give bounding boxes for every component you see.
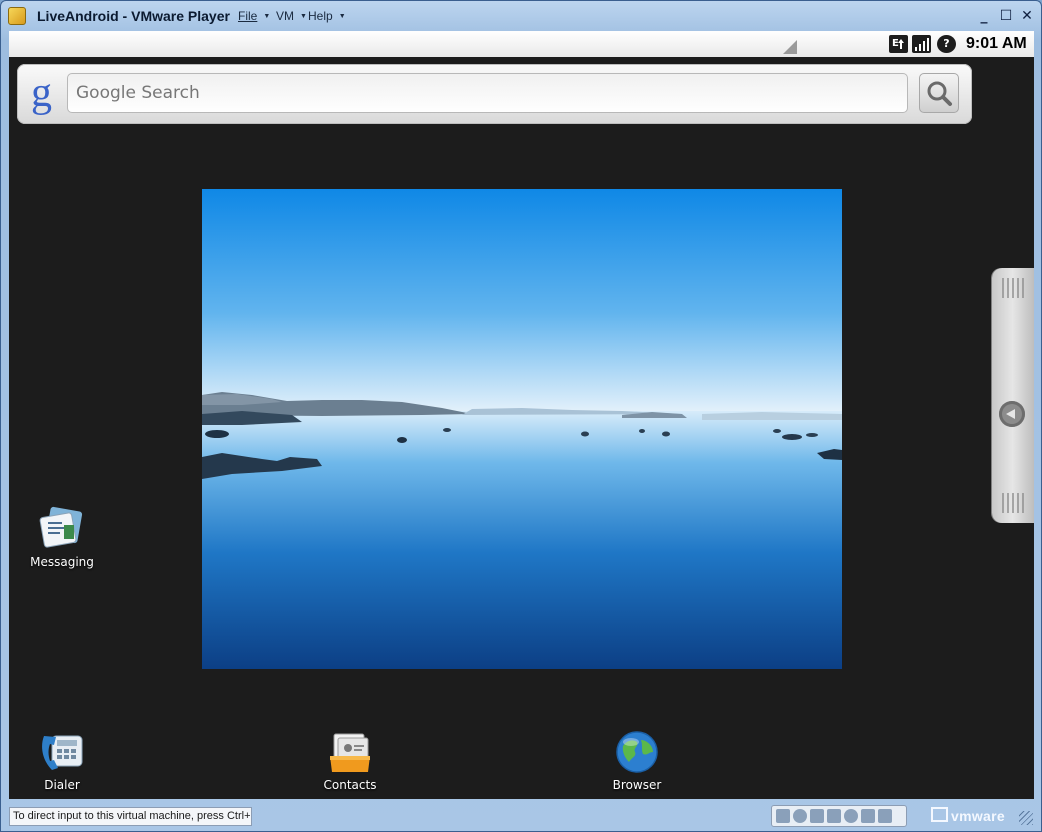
shortcut-dialer[interactable]: Dialer	[17, 728, 107, 792]
search-input[interactable]: Google Search	[67, 73, 908, 113]
messaging-icon	[38, 505, 86, 553]
menu-file[interactable]: File ▼	[238, 9, 270, 23]
arrow-left-icon[interactable]	[999, 401, 1025, 427]
vmware-logo-icon	[931, 807, 948, 822]
google-search-widget[interactable]: g Google Search	[17, 64, 972, 124]
shortcut-contacts-label: Contacts	[323, 778, 377, 792]
cd-rom-icon[interactable]	[793, 809, 807, 823]
minimize-button[interactable]: _	[974, 6, 994, 26]
search-button[interactable]	[919, 73, 959, 113]
wallpaper-image	[202, 189, 842, 669]
shortcut-browser[interactable]: Browser	[592, 728, 682, 792]
input-grab-hint: To direct input to this virtual machine,…	[9, 807, 252, 826]
hard-disk-icon[interactable]	[776, 809, 790, 823]
browser-icon	[613, 728, 661, 776]
shortcut-contacts[interactable]: Contacts	[305, 728, 395, 792]
vmware-logo: vmware	[931, 807, 1005, 824]
google-logo-icon[interactable]: g	[31, 72, 52, 114]
window-title: LiveAndroid - VMware Player	[37, 8, 230, 24]
close-button[interactable]: ✕	[1017, 6, 1037, 26]
usb-device-icon[interactable]	[878, 809, 892, 823]
android-screen[interactable]: E ? 9:01 AM g Google Search Messaging Di…	[9, 31, 1034, 799]
chevron-down-icon: ▼	[300, 13, 307, 21]
vmware-app-icon[interactable]	[8, 7, 26, 25]
sound-card-icon[interactable]	[844, 809, 858, 823]
shortcut-messaging[interactable]: Messaging	[17, 505, 107, 569]
data-transfer-icon: E	[889, 35, 908, 53]
device-tray	[771, 805, 907, 827]
network-adapter-icon[interactable]	[827, 809, 841, 823]
vmware-status-bar: To direct input to this virtual machine,…	[1, 801, 1041, 831]
floppy-icon[interactable]	[810, 809, 824, 823]
battery-unknown-icon: ?	[937, 35, 956, 53]
android-status-bar[interactable]: E ? 9:01 AM	[9, 31, 1034, 57]
contacts-icon	[326, 728, 374, 776]
dialer-icon	[38, 728, 86, 776]
printer-icon[interactable]	[861, 809, 875, 823]
resize-grip-icon[interactable]	[1019, 811, 1033, 825]
maximize-button[interactable]: ☐	[996, 6, 1016, 26]
shortcut-messaging-label: Messaging	[30, 555, 94, 569]
menu-help-label: Help	[308, 9, 333, 23]
chevron-down-icon: ▼	[338, 13, 346, 21]
notification-indicator-icon	[783, 40, 797, 54]
vmware-logo-text: vmware	[951, 808, 1005, 824]
title-bar[interactable]: LiveAndroid - VMware Player File ▼ VM ▼ He…	[1, 1, 1041, 31]
drawer-grip-bottom	[1002, 493, 1026, 513]
menu-help[interactable]: Help ▼	[308, 9, 346, 23]
status-time: 9:01 AM	[966, 35, 1027, 52]
menu-vm[interactable]: VM ▼	[276, 9, 307, 23]
shortcut-dialer-label: Dialer	[44, 778, 80, 792]
vmware-player-window: LiveAndroid - VMware Player File ▼ VM ▼ He…	[0, 0, 1042, 832]
menu-file-label: File	[238, 9, 258, 23]
svg-text:E: E	[892, 38, 899, 49]
search-icon	[927, 81, 952, 106]
shortcut-browser-label: Browser	[612, 778, 662, 792]
signal-strength-icon	[912, 35, 931, 53]
app-drawer-handle[interactable]	[992, 268, 1034, 523]
drawer-grip-top	[1002, 278, 1026, 298]
chevron-down-icon: ▼	[263, 13, 271, 21]
menu-vm-label: VM	[276, 9, 294, 23]
